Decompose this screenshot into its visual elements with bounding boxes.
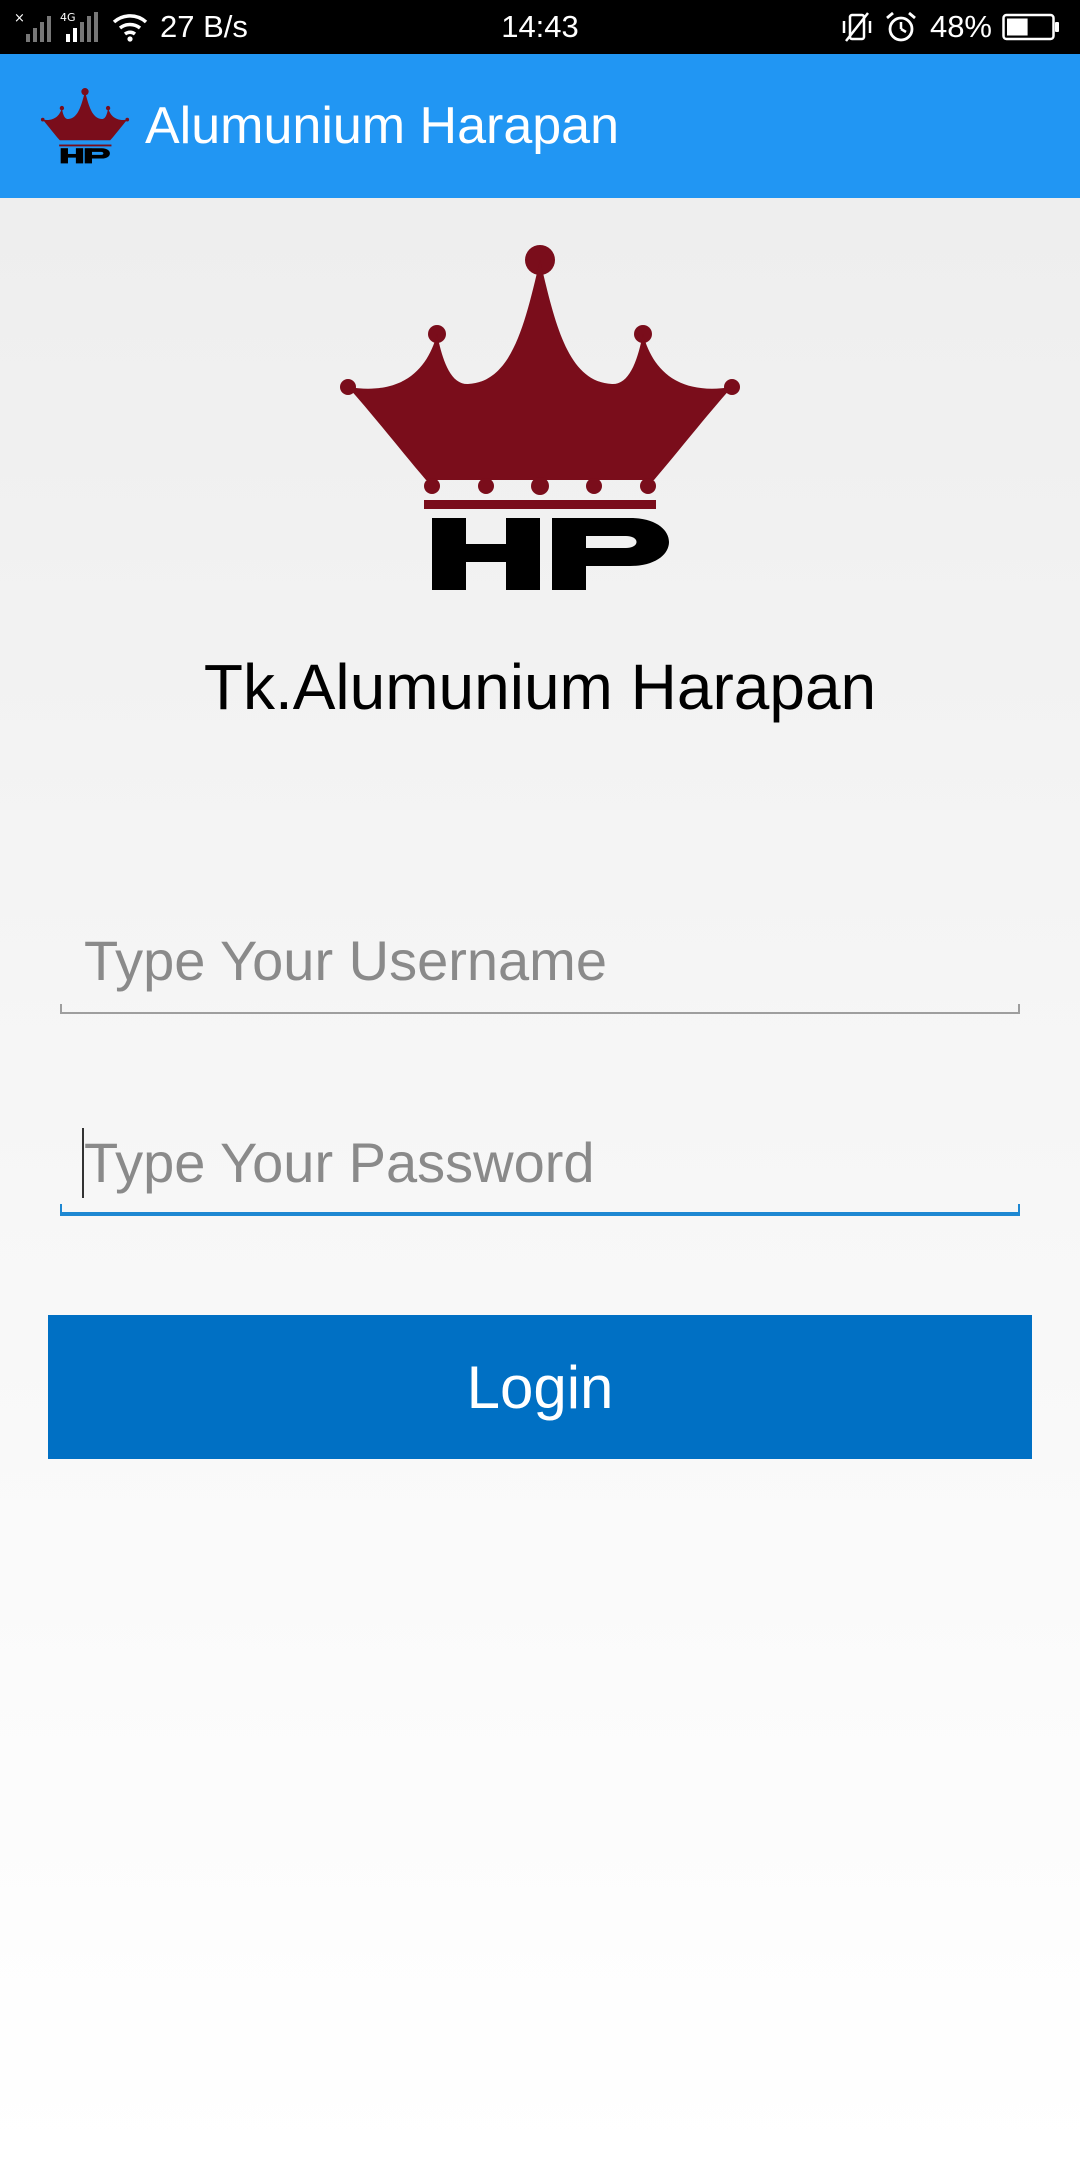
vibrate-icon: [838, 10, 876, 44]
text-cursor: [82, 1128, 84, 1198]
login-content: Tk.Alumunium Harapan Login: [0, 198, 1080, 2160]
password-field[interactable]: [60, 1114, 1020, 1216]
status-right-group: 48%: [838, 0, 1060, 54]
password-underline: [60, 1204, 1020, 1216]
app-bar: Alumunium Harapan: [0, 54, 1080, 198]
login-button[interactable]: Login: [48, 1315, 1032, 1459]
status-bar: × 4G 27 B/s 14:43 48%: [0, 0, 1080, 54]
crown-hp-logo-icon: [40, 88, 130, 164]
battery-percent: 48%: [929, 9, 992, 44]
alarm-icon: [884, 10, 918, 44]
username-underline: [60, 1004, 1020, 1014]
app-title: Alumunium Harapan: [145, 97, 620, 155]
battery-icon: [1002, 13, 1060, 41]
password-input[interactable]: [60, 1114, 1020, 1210]
crown-hp-logo-icon: [338, 244, 742, 594]
username-input[interactable]: [60, 912, 1020, 1008]
username-field[interactable]: [60, 912, 1020, 1014]
store-name: Tk.Alumunium Harapan: [203, 651, 877, 723]
